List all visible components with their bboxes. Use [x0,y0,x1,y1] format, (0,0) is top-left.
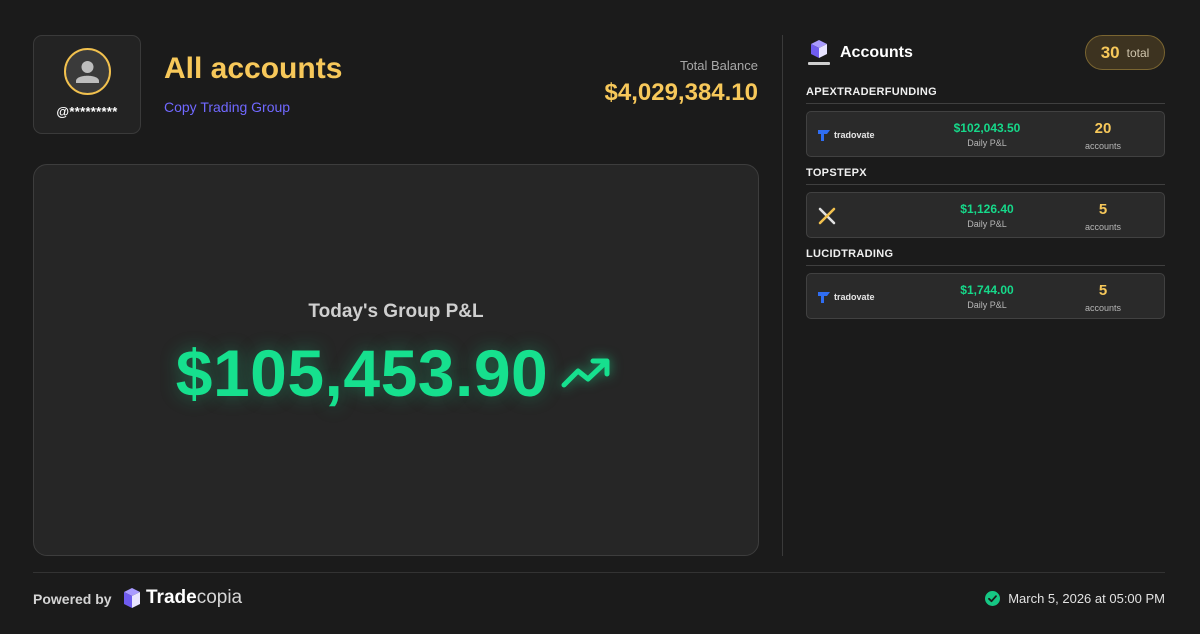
daily-pnl-label: Daily P&L [967,300,1007,310]
pnl-label: Today's Group P&L [308,301,484,322]
accounts-count: 5 [1098,201,1108,218]
total-count: 30 [1100,42,1120,62]
timestamp: March 5, 2026 at 05:00 PM [1008,591,1165,606]
check-circle-icon [985,591,1001,606]
group-subtitle: Copy Trading Group [164,99,291,115]
account-row[interactable]: tradovate $102,043.50 Daily P&L 20 accou… [806,111,1165,157]
accounts-count: 5 [1098,282,1108,299]
user-icon [76,61,99,83]
daily-pnl-value: $1,126.40 [960,202,1014,216]
avatar [64,48,111,95]
accounts-count-label: accounts [1084,222,1122,232]
group-pnl-card: Today's Group P&L $105,453.90 [33,164,759,556]
broker-name: tradovate [834,130,875,140]
tradecopia-logo-icon [808,40,830,65]
total-label: total [1126,45,1150,60]
timestamp-wrap: March 5, 2026 at 05:00 PM [985,591,1165,606]
topstepx-x-icon [818,207,836,225]
trend-up-icon [561,358,610,388]
accounts-panel-title: Accounts [840,44,913,61]
total-balance-value: $4,029,384.10 [604,79,758,106]
daily-pnl-label: Daily P&L [967,138,1007,148]
masked-username: @********* [56,104,118,119]
brand-logo: Trade copia [122,587,242,609]
pnl-value: $105,453.90 [175,336,549,410]
vertical-divider [782,35,783,556]
daily-pnl-label: Daily P&L [967,219,1007,229]
group-header-topstepx: TOPSTEPX [806,167,1165,185]
powered-by-label: Powered by [33,591,112,607]
footer-divider [33,572,1165,573]
profile-card: @********* [33,35,141,134]
brand-name-copia: copia [196,587,243,608]
total-balance-label: Total Balance [679,58,758,73]
accounts-count: 20 [1094,120,1112,137]
brand-name-trade: Trade [146,587,197,608]
daily-pnl-value: $102,043.50 [953,121,1021,135]
tradovate-icon [818,130,830,141]
accounts-count-label: accounts [1084,303,1122,313]
accounts-count-label: accounts [1084,141,1122,151]
pnl-row: $105,453.90 [34,335,758,411]
group-header-lucidtrading: LUCIDTRADING [806,248,1165,266]
account-row[interactable]: tradovate $1,744.00 Daily P&L 5 accounts [806,273,1165,319]
total-accounts-badge: 30 total [1085,35,1165,70]
tradecopia-cube-icon [124,588,140,608]
page-title: All accounts [164,52,343,85]
tradovate-logo: tradovate [817,288,875,306]
daily-pnl-value: $1,744.00 [960,283,1014,297]
tradovate-icon [818,292,830,303]
broker-name: tradovate [834,292,875,302]
group-header-apextraderfunding: APEXTRADERFUNDING [806,86,1165,104]
tradovate-logo: tradovate [817,126,875,144]
topstepx-logo [817,207,837,225]
account-row[interactable]: $1,126.40 Daily P&L 5 accounts [806,192,1165,238]
